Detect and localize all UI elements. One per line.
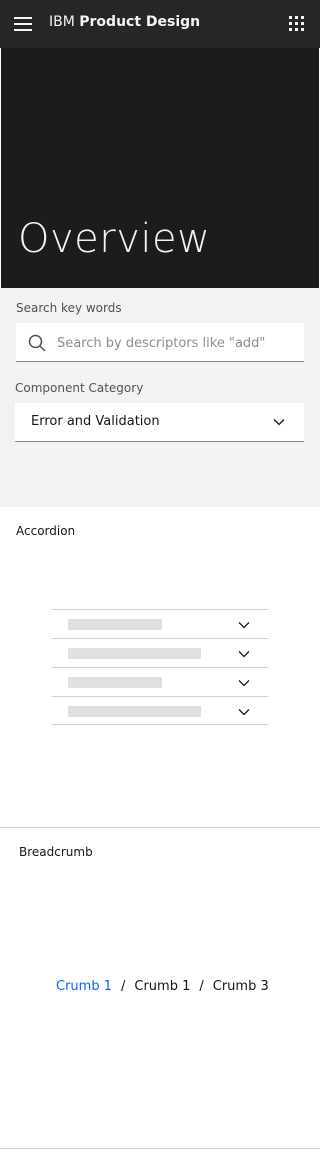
top-navigation-bar: IBM Product Design [0, 0, 320, 48]
skeleton-text [68, 648, 201, 659]
chevron-down-icon [273, 419, 285, 426]
accordion-item[interactable] [52, 609, 268, 638]
filter-panel: Search key words Component Category Erro… [0, 288, 320, 507]
category-selected-value: Error and Validation [31, 414, 160, 429]
chevron-down-icon [238, 651, 250, 658]
search-field[interactable] [16, 323, 304, 362]
chevron-down-icon [238, 622, 250, 629]
breadcrumb-link-1[interactable]: Crumb 1 [56, 979, 112, 994]
page-title: Overview [18, 216, 211, 262]
search-input[interactable] [57, 333, 297, 353]
category-label: Component Category [15, 381, 144, 395]
component-category-select[interactable]: Error and Validation [15, 403, 304, 442]
accordion-item[interactable] [52, 638, 268, 667]
hero-banner: Overview [1, 48, 319, 288]
brand-name[interactable]: IBM Product Design [49, 14, 200, 30]
brand-product: Product Design [79, 14, 201, 30]
search-icon [28, 334, 46, 352]
skeleton-text [68, 677, 162, 688]
breadcrumb-separator: / [120, 979, 126, 994]
search-label: Search key words [16, 301, 122, 315]
breadcrumb-section-title: Breadcrumb [19, 845, 93, 859]
chevron-down-icon [238, 709, 250, 716]
breadcrumb: Crumb 1 / Crumb 1 / Crumb 3 [56, 979, 269, 994]
accordion-preview [52, 609, 268, 725]
accordion-item[interactable] [52, 667, 268, 696]
chevron-down-icon [238, 680, 250, 687]
app-switcher-grid-icon[interactable] [289, 16, 305, 32]
section-divider [0, 1148, 320, 1149]
accordion-item[interactable] [52, 696, 268, 725]
hamburger-menu-icon[interactable] [14, 16, 32, 32]
breadcrumb-item-3: Crumb 3 [212, 979, 269, 994]
brand-prefix: IBM [49, 14, 75, 30]
skeleton-text [68, 619, 162, 630]
breadcrumb-item-2[interactable]: Crumb 1 [134, 979, 190, 994]
accordion-section-title: Accordion [16, 524, 76, 538]
breadcrumb-separator: / [199, 979, 204, 994]
section-divider [0, 827, 320, 828]
skeleton-text [68, 706, 201, 717]
